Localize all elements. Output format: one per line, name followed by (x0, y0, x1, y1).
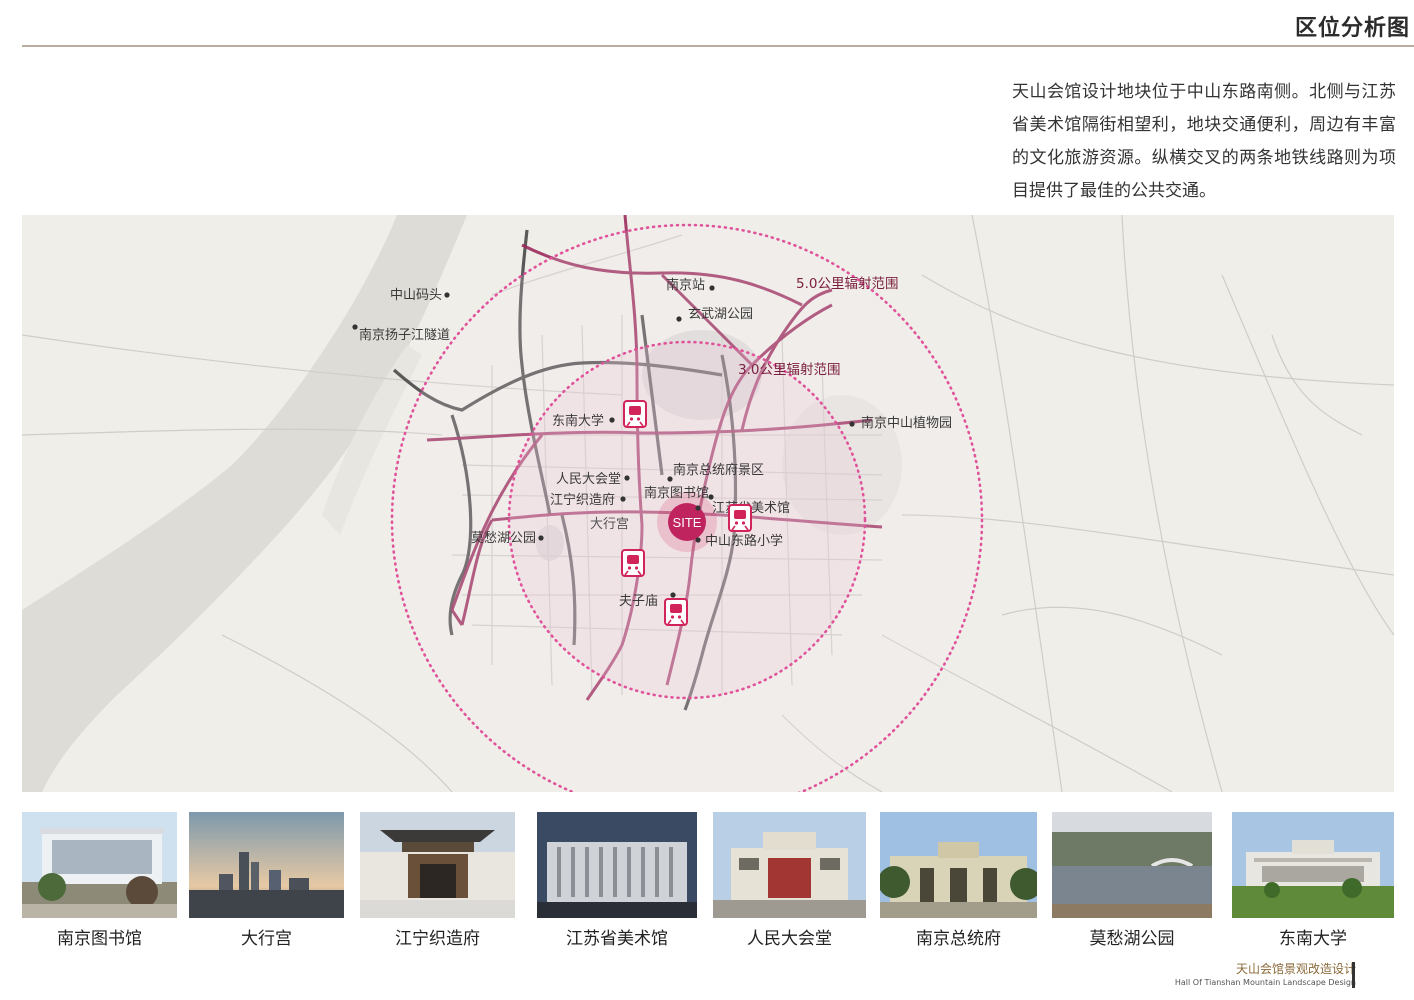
photo-daxinggong (189, 812, 344, 918)
metro-icon (728, 504, 752, 532)
footer-bar (1352, 962, 1355, 988)
photo-southeast-university (1232, 812, 1394, 918)
location-map: SITE 5.0公里辐射范围 3.0公里辐射范围 中山码头 南京扬子江隧道 南京… (22, 215, 1394, 792)
photo-caption: 南京图书馆 (57, 929, 142, 949)
photo-nanjing-library (22, 812, 177, 918)
title-rule (22, 45, 1414, 47)
metro-icon (623, 400, 647, 428)
photo-caption: 大行宫 (241, 929, 292, 949)
photo-caption: 人民大会堂 (747, 929, 832, 949)
photo-peoples-hall (713, 812, 866, 918)
photo-mochou-lake (1052, 812, 1212, 918)
photo-caption: 东南大学 (1279, 929, 1347, 949)
photo-caption: 江宁织造府 (395, 929, 480, 949)
photo-caption: 江苏省美术馆 (566, 929, 668, 949)
footer-project-title: 天山会馆景观改造设计 Hall Of Tianshan Mountain Lan… (1175, 962, 1356, 989)
place-label: 玄武湖公园 (688, 307, 753, 322)
place-label: 东南大学 (552, 413, 604, 429)
map-svg: SITE 5.0公里辐射范围 3.0公里辐射范围 中山码头 南京扬子江隧道 南京… (22, 215, 1394, 792)
place-label: 南京中山植物园 (861, 415, 952, 431)
place-label: 夫子庙 (619, 594, 658, 609)
photo-presidential-palace (880, 812, 1037, 918)
photo-caption: 莫愁湖公园 (1089, 929, 1175, 949)
place-label: 中山东路小学 (705, 533, 783, 549)
site-label: SITE (673, 515, 702, 530)
photo-strip: 南京图书馆 大行宫 江宁织造府 江苏省美术馆 人民大会堂 南京总统府 莫愁湖公园… (22, 812, 1394, 952)
place-label: 江宁织造府 (550, 492, 615, 508)
photo-jiangning-zhizao (360, 812, 515, 918)
place-label: 南京扬子江隧道 (359, 327, 450, 343)
place-label: 南京站 (666, 277, 705, 293)
footer-title-en: Hall Of Tianshan Mountain Landscape Desi… (1174, 978, 1356, 987)
place-label: 大行宫 (590, 517, 629, 532)
place-label: 莫愁湖公园 (471, 531, 536, 546)
footer-title-cn: 天山会馆景观改造设计 (1235, 962, 1356, 976)
place-label: 中山码头 (390, 288, 442, 303)
place-label: 人民大会堂 (556, 472, 621, 487)
place-label: 南京总统府景区 (673, 462, 764, 478)
intro-paragraph: 天山会馆设计地块位于中山东路南侧。北侧与江苏省美术馆隔街相望利，地块交通便利，周… (1012, 82, 1396, 201)
place-label: 南京图书馆 (644, 485, 709, 501)
page-title: 区位分析图 (1294, 16, 1410, 41)
ring-3km-label: 3.0公里辐射范围 (738, 362, 840, 378)
metro-icon (621, 549, 645, 577)
photo-jiangsu-art-museum (537, 812, 697, 918)
metro-icon (664, 598, 688, 626)
photo-caption: 南京总统府 (916, 929, 1001, 949)
ring-5km-label: 5.0公里辐射范围 (796, 276, 898, 292)
